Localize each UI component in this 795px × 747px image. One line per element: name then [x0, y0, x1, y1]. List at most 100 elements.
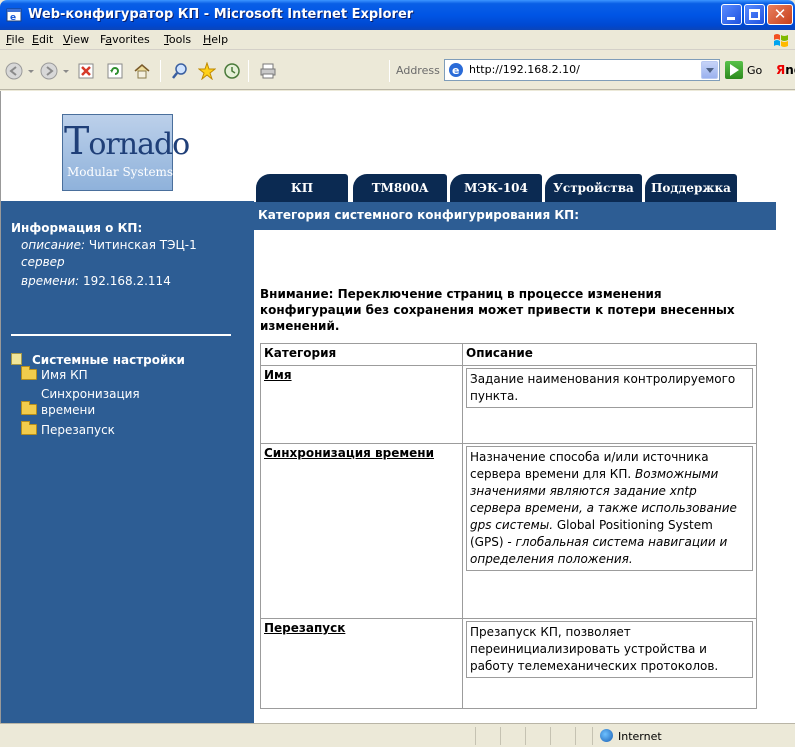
table-row: Синхронизация времени Назначение способа…: [260, 443, 757, 619]
table-header-row: Категория Описание: [260, 343, 757, 366]
description-box: Презапуск КП, позволяет переинициализиро…: [466, 621, 753, 678]
description-box: Назначение способа и/или источника серве…: [466, 446, 753, 571]
logo-text-initial: T: [64, 119, 89, 163]
tree-item-time-sync[interactable]: Синхронизация: [21, 387, 140, 402]
info-server: времени: 192.168.2.114: [21, 274, 171, 289]
status-cell: [475, 727, 476, 745]
menu-edit-label: dit: [38, 33, 54, 46]
menu-file[interactable]: File: [6, 33, 24, 46]
svg-text:e: e: [452, 64, 459, 77]
menu-file-label: ile: [11, 33, 25, 46]
go-label[interactable]: Go: [747, 64, 762, 77]
category-link-restart[interactable]: Перезапуск: [264, 621, 345, 635]
menu-favorites[interactable]: Favorites: [100, 33, 150, 46]
menu-bar: File Edit View Favorites Tools Help: [0, 30, 795, 50]
table-row: Имя Задание наименования контролируемого…: [260, 365, 757, 444]
print-icon[interactable]: [259, 62, 277, 80]
window-title: Web-конфигуратор КП - Microsoft Internet…: [28, 7, 414, 22]
menu-edit[interactable]: Edit: [32, 33, 53, 46]
table-cell-description: Назначение способа и/или источника серве…: [462, 443, 757, 619]
menu-view[interactable]: View: [63, 33, 89, 46]
tree-item-name[interactable]: Имя КП: [21, 366, 88, 383]
status-cell: [500, 727, 501, 745]
category-link-time-sync[interactable]: Синхронизация времени: [264, 446, 434, 460]
info-server-key-line2: времени:: [21, 274, 80, 288]
sidebar-divider: [11, 334, 231, 336]
address-input[interactable]: http://192.168.2.10/: [469, 63, 580, 76]
tree-root-system-settings[interactable]: Системные настройки: [11, 353, 185, 367]
status-cell: [575, 727, 576, 745]
yandex-first-letter: Я: [776, 63, 786, 77]
menu-help[interactable]: Help: [203, 33, 228, 46]
search-icon[interactable]: [171, 62, 189, 80]
history-icon[interactable]: [223, 62, 241, 80]
address-bar[interactable]: e http://192.168.2.10/: [444, 59, 720, 81]
tab-devices[interactable]: Устройства: [545, 174, 642, 202]
category-table: Категория Описание Имя Задание наименова…: [260, 343, 757, 709]
table-cell-name: Синхронизация времени: [260, 443, 463, 619]
tree-item-label: времени: [41, 403, 96, 417]
minimize-button[interactable]: [721, 4, 742, 25]
close-button[interactable]: ✕: [767, 4, 793, 25]
ie-logo-icon: e: [6, 8, 22, 23]
tab-kp[interactable]: КП: [256, 174, 348, 202]
status-cell: [592, 727, 593, 745]
globe-icon: [600, 729, 613, 742]
stop-icon[interactable]: [77, 62, 95, 80]
sidebar: Tornado Modular Systems Информация о КП:…: [1, 91, 254, 723]
description-box: Задание наименования контролируемого пун…: [466, 368, 753, 408]
table-cell-description: Презапуск КП, позволяет переинициализиро…: [462, 618, 757, 709]
tab-iec104[interactable]: МЭК-104: [450, 174, 542, 202]
info-server-key-line1: сервер: [21, 255, 65, 269]
go-arrow-icon: [730, 64, 739, 76]
tree-item-label: Синхронизация: [41, 387, 140, 401]
close-icon: ✕: [773, 5, 787, 23]
info-title: Информация о КП:: [11, 221, 143, 235]
logo-text-rest: ornado: [88, 127, 190, 162]
title-bar[interactable]: e Web-конфигуратор КП - Microsoft Intern…: [0, 0, 795, 30]
forward-icon[interactable]: [40, 62, 58, 80]
category-header: Категория системного конфигурирования КП…: [254, 202, 776, 230]
toolbar: Address e http://192.168.2.10/ Go Яndex: [0, 50, 795, 90]
address-dropdown-button[interactable]: [701, 61, 718, 79]
minimize-icon: [727, 17, 735, 20]
menu-tools-label: ools: [168, 33, 192, 46]
table-cell-name: Перезапуск: [260, 618, 463, 709]
menu-tools[interactable]: Tools: [164, 33, 191, 46]
security-zone: Internet: [600, 729, 662, 743]
favorites-star-icon[interactable]: [198, 62, 216, 80]
menu-favorites-label: vorites: [112, 33, 150, 46]
table-cell-name: Имя: [260, 365, 463, 444]
zone-label: Internet: [618, 730, 662, 743]
tab-support[interactable]: Поддержка: [645, 174, 737, 202]
tree-item-time-sync-line2[interactable]: времени: [21, 401, 96, 418]
back-dropdown-icon[interactable]: [27, 62, 35, 80]
refresh-icon[interactable]: [106, 62, 124, 80]
home-icon[interactable]: [133, 62, 151, 80]
category-link-name[interactable]: Имя: [264, 368, 292, 382]
windows-flag-icon: [774, 34, 788, 47]
folder-icon: [21, 421, 37, 435]
column-header-description: Описание: [462, 343, 757, 366]
tab-tm800a[interactable]: TM800A: [353, 174, 447, 202]
tree-item-label: Перезапуск: [41, 423, 115, 437]
status-bar: Internet: [0, 723, 795, 747]
forward-dropdown-icon[interactable]: [62, 62, 70, 80]
column-header-category: Категория: [260, 343, 463, 366]
tree-item-label: Имя КП: [41, 368, 88, 382]
yandex-toolbar[interactable]: Яndex: [776, 63, 795, 77]
status-cell: [550, 727, 551, 745]
page-ie-icon: e: [449, 63, 463, 77]
logo-text: Tornado: [64, 119, 190, 163]
menu-edit-accel: E: [32, 33, 39, 46]
tree-item-restart[interactable]: Перезапуск: [21, 421, 115, 438]
back-icon[interactable]: [5, 62, 23, 80]
table-row: Перезапуск Презапуск КП, позволяет переи…: [260, 618, 757, 709]
go-button[interactable]: [725, 61, 743, 79]
tree-root-label: Системные настройки: [32, 353, 185, 367]
chevron-down-icon: [706, 68, 714, 73]
logo-area: Tornado Modular Systems: [1, 91, 254, 201]
address-label: Address: [396, 64, 440, 77]
menu-help-label: elp: [211, 33, 229, 46]
maximize-button[interactable]: [744, 4, 765, 25]
